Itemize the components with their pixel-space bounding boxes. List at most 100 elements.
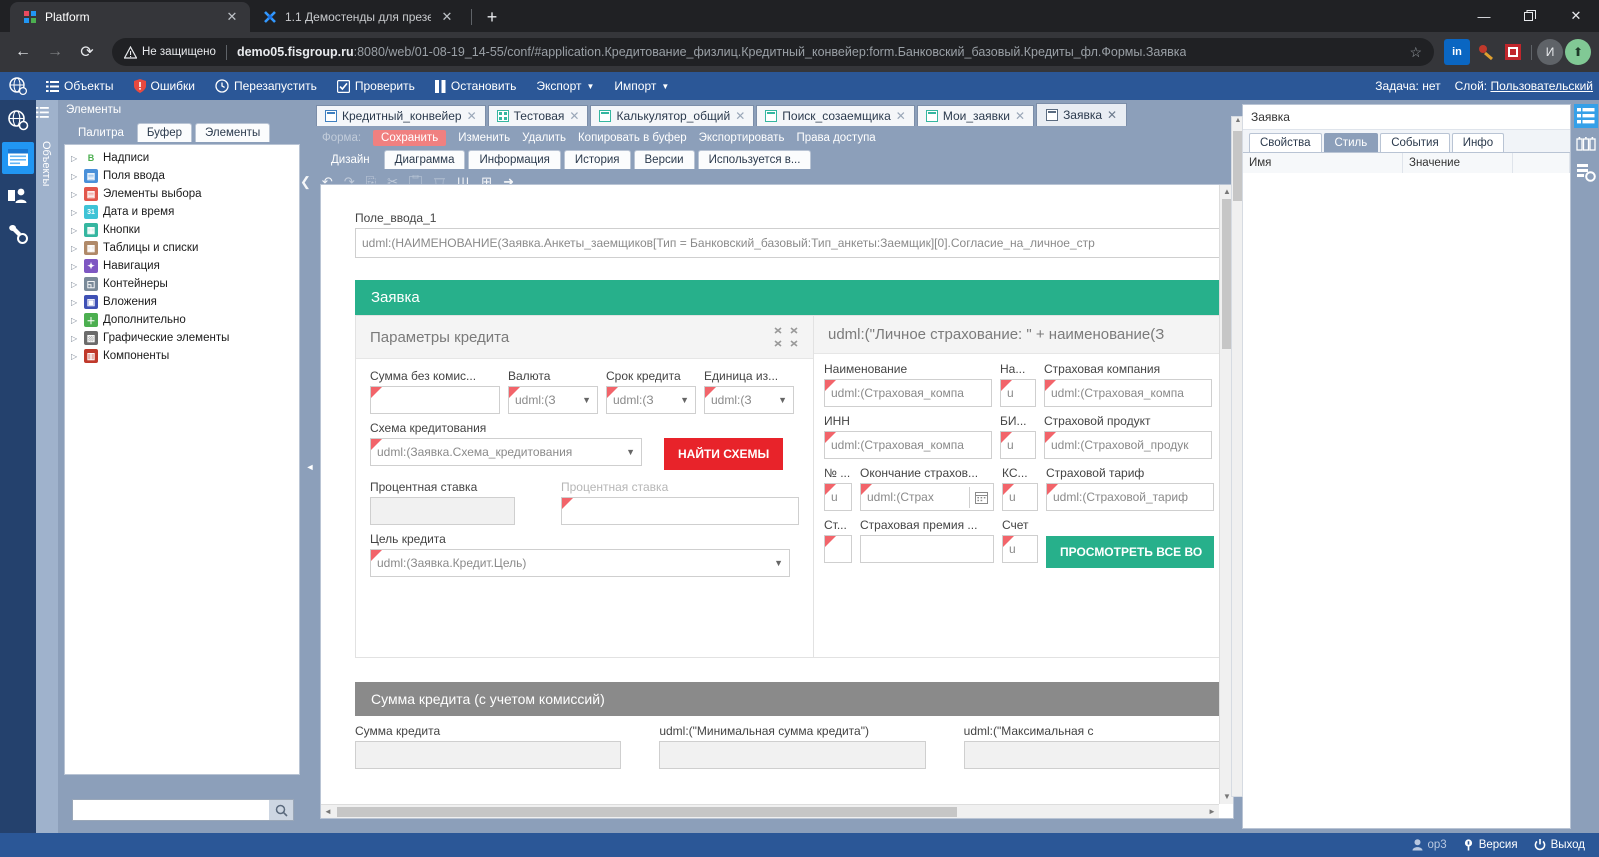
search-icon[interactable] [269, 800, 293, 820]
field-input-strahovoy-tarif[interactable]: udml:(Страховой_тариф [1046, 483, 1214, 511]
field-input-max-summa[interactable] [964, 741, 1219, 769]
scroll-right-icon[interactable]: ► [1205, 805, 1219, 819]
tree-node[interactable]: ▷▦Кнопки [65, 221, 299, 239]
field-select-edinica[interactable]: udml:(З▼ [704, 386, 794, 414]
address-bar[interactable]: Не защищено demo05.fisgroup.ru:8080/web/… [112, 38, 1434, 66]
scroll-up-icon[interactable]: ▲ [1232, 117, 1244, 124]
field-select-scheme[interactable]: udml:(Заявка.Схема_кредитования▼ [370, 438, 642, 466]
tree-node[interactable]: ▷▤Поля ввода [65, 167, 299, 185]
chevron-right-icon[interactable]: ▷ [71, 262, 79, 271]
tree-node[interactable]: ▷▦Таблицы и списки [65, 239, 299, 257]
field-input-inn[interactable]: udml:(Страховая_компа [824, 431, 992, 459]
globe-settings-icon[interactable] [0, 72, 36, 100]
layer-value[interactable]: Пользовательский [1490, 79, 1593, 93]
field-input-strahovaya-kompaniya[interactable]: udml:(Страховая_компа [1044, 379, 1212, 407]
chevron-right-icon[interactable]: ▷ [71, 190, 79, 199]
reload-icon[interactable]: ⟳ [72, 37, 102, 67]
field-select-purpose[interactable]: udml:(Заявка.Кредит.Цель)▼ [370, 549, 790, 577]
chevron-down-icon[interactable]: ▼ [774, 395, 787, 405]
chevron-right-icon[interactable]: ▷ [71, 154, 79, 163]
find-schemes-button[interactable]: НАЙТИ СХЕМЫ [664, 438, 783, 470]
tab-history[interactable]: История [564, 150, 631, 169]
minimize-icon[interactable]: — [1461, 0, 1507, 32]
tab-used-in[interactable]: Используется в... [698, 150, 812, 169]
field-input-st[interactable] [824, 535, 852, 563]
palette-search[interactable] [72, 799, 294, 821]
tab-palette[interactable]: Палитра [68, 123, 134, 142]
tab-versions[interactable]: Версии [634, 150, 695, 169]
settings-view-icon[interactable] [1574, 160, 1598, 184]
status-logout[interactable]: Выход [1534, 839, 1585, 851]
wrench-search-icon[interactable] [2, 218, 34, 250]
toolbar-item-errors[interactable]: Ошибки [124, 72, 206, 100]
toolbar-item-objects[interactable]: Объекты [36, 72, 124, 100]
field-input-nomer[interactable]: u [824, 483, 852, 511]
close-icon[interactable]: ✕ [1107, 108, 1117, 122]
new-tab-button[interactable]: + [478, 3, 506, 31]
chevron-right-icon[interactable]: ▷ [71, 244, 79, 253]
close-icon[interactable]: ✕ [735, 109, 745, 123]
toolbar-item-stop[interactable]: Остановить [425, 72, 527, 100]
object-tab-poisk[interactable]: Поиск_созаемщика ✕ [756, 105, 915, 126]
field-input-bik[interactable]: u [1000, 431, 1036, 459]
close-icon[interactable]: ✕ [1015, 109, 1025, 123]
chevron-down-icon[interactable]: ▼ [770, 558, 783, 568]
window-icon[interactable] [2, 142, 34, 174]
tree-node[interactable]: ▷▨Графические элементы [65, 329, 299, 347]
scrollbar-thumb[interactable] [1233, 131, 1242, 201]
tree-node[interactable]: ▷▥Компоненты [65, 347, 299, 365]
tab-events[interactable]: События [1380, 133, 1449, 152]
tree-node[interactable]: ▷BНадписи [65, 149, 299, 167]
close-icon[interactable]: ✕ [224, 9, 240, 25]
view-all-button[interactable]: ПРОСМОТРЕТЬ ВСЕ ВО [1046, 536, 1214, 568]
browser-tab-platform[interactable]: Platform ✕ [10, 2, 250, 32]
extension-tools-icon[interactable] [1472, 39, 1498, 65]
back-icon[interactable]: ← [8, 37, 38, 67]
toolbar-item-import[interactable]: Импорт ▼ [604, 72, 679, 100]
calendar-icon[interactable] [969, 487, 993, 508]
save-button[interactable]: Сохранить [373, 130, 446, 146]
field-input-min-summa[interactable] [659, 741, 925, 769]
objects-strip[interactable]: Объекты [36, 100, 58, 833]
edit-button[interactable]: Изменить [458, 132, 510, 144]
scrollbar-thumb[interactable] [337, 807, 957, 817]
bookmark-star-icon[interactable]: ☆ [1399, 44, 1422, 61]
tree-node[interactable]: ▷▣Вложения [65, 293, 299, 311]
tab-elements[interactable]: Элементы [195, 123, 270, 142]
object-tab-kalkulyator[interactable]: Калькулятор_общий ✕ [590, 105, 754, 126]
chevron-right-icon[interactable]: ▷ [71, 334, 79, 343]
field-input-pole-vvoda-1[interactable]: udml:(НАИМЕНОВАНИЕ(Заявка.Анкеты_заемщик… [355, 228, 1219, 258]
tree-node[interactable]: ▷✦Навигация [65, 257, 299, 275]
object-tab-moi-zayavki[interactable]: Мои_заявки ✕ [917, 105, 1034, 126]
avatar[interactable]: И [1537, 39, 1563, 65]
field-input-strahovaya-premiya[interactable] [860, 535, 994, 563]
field-input-strahovoy-produkt[interactable]: udml:(Страховой_продук [1044, 431, 1212, 459]
canvas-horizontal-scrollbar[interactable]: ◄ ► [321, 804, 1219, 818]
field-input-okonchanie-strahovaniya[interactable]: udml:(Страх [860, 483, 994, 511]
chevron-down-icon[interactable]: ▼ [578, 395, 591, 405]
user-card-icon[interactable] [2, 180, 34, 212]
forward-icon[interactable]: → [40, 37, 70, 67]
close-icon[interactable]: ✕ [569, 109, 579, 123]
chevron-down-icon[interactable]: ▼ [622, 447, 635, 457]
chevron-right-icon[interactable]: ▷ [71, 316, 79, 325]
extension-linkedin-icon[interactable]: in [1444, 39, 1470, 65]
tab-properties[interactable]: Свойства [1249, 133, 1322, 152]
tab-buffer[interactable]: Буфер [137, 123, 192, 142]
object-tab-kreditny-konveyer[interactable]: Кредитный_конвейер ✕ [316, 105, 486, 126]
copy-to-buffer-button[interactable]: Копировать в буфер [578, 132, 687, 144]
panel-splitter[interactable]: ◄ [306, 100, 314, 833]
chevron-right-icon[interactable]: ▷ [71, 280, 79, 289]
field-input-rate-secondary[interactable] [561, 497, 799, 525]
expand-collapse-icon[interactable] [773, 326, 799, 348]
close-icon[interactable]: ✕ [896, 109, 906, 123]
field-input-ks[interactable]: u [1002, 483, 1038, 511]
chevron-right-icon[interactable]: ▷ [71, 352, 79, 361]
maximize-icon[interactable] [1507, 0, 1553, 32]
tree-node[interactable]: ▷◱Контейнеры [65, 275, 299, 293]
field-input-naimenovanie[interactable]: udml:(Страховая_компа [824, 379, 992, 407]
status-version[interactable]: Версия [1463, 839, 1518, 851]
close-icon[interactable]: ✕ [439, 9, 455, 25]
field-input-summa[interactable] [370, 386, 500, 414]
chevron-right-icon[interactable]: ▷ [71, 298, 79, 307]
